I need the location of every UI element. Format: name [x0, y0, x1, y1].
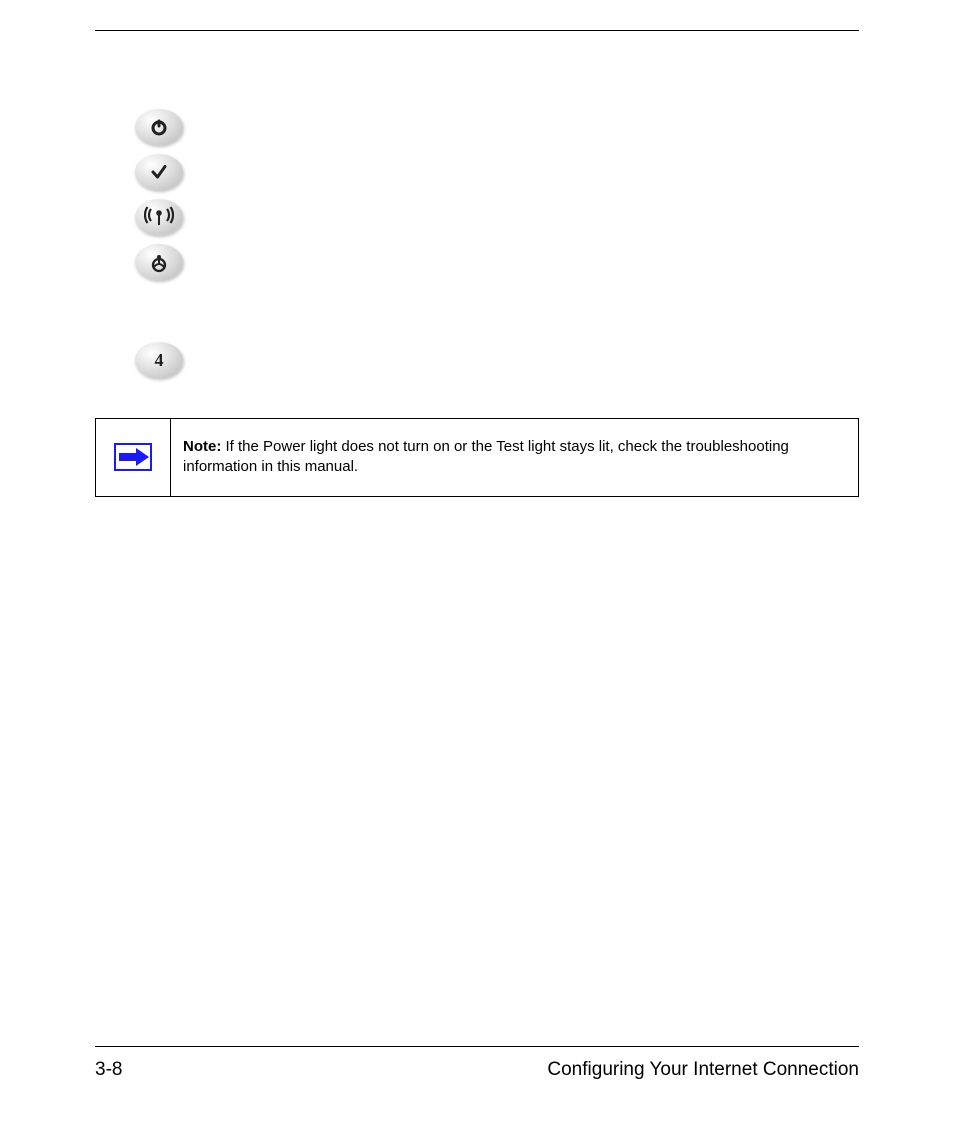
note-icon-cell: [96, 419, 171, 496]
led-row-power: Power LED: [135, 109, 859, 145]
globe-glyph: [148, 251, 170, 273]
globe-icon: [135, 244, 183, 280]
content-area: Power LED Test LED Wirele: [95, 109, 859, 497]
footer-rule: [95, 1046, 859, 1047]
power-icon: [135, 109, 183, 145]
header-rule: [95, 30, 859, 31]
page: Power LED Test LED Wirele: [0, 0, 954, 1145]
note-label: Note:: [183, 438, 221, 455]
antenna-icon: [135, 199, 183, 235]
led-row-test: Test LED: [135, 154, 859, 190]
note-body: Note: If the Power light does not turn o…: [171, 419, 858, 496]
power-glyph: [149, 117, 169, 137]
antenna-glyph: [144, 206, 174, 228]
led-row-wireless: Wireless LED: [135, 199, 859, 235]
check-icon: [135, 154, 183, 190]
note-box: Note: If the Power light does not turn o…: [95, 418, 859, 497]
section-title: Configuring Your Internet Connection: [547, 1059, 859, 1081]
footer: 3-8 Configuring Your Internet Connection: [95, 1059, 859, 1081]
number-4-icon: 4: [135, 342, 183, 378]
note-text: If the Power light does not turn on or t…: [183, 438, 789, 475]
led-row-internet: Internet LED: [135, 244, 859, 280]
check-glyph: [149, 162, 169, 182]
page-number: 3-8: [95, 1059, 122, 1081]
led-row-lan4: 4 LAN port LED: [135, 342, 859, 378]
arrow-icon: [113, 442, 153, 472]
badge-number: 4: [155, 350, 164, 371]
